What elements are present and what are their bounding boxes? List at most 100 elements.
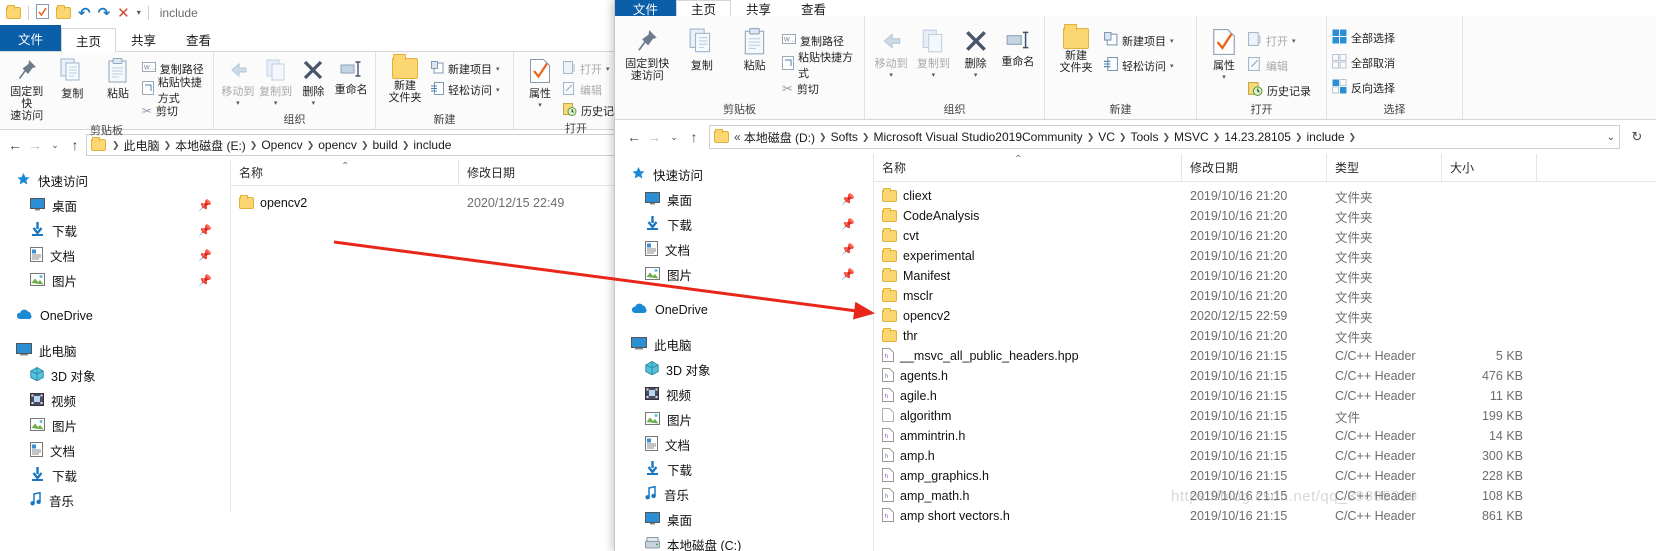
- copy-button[interactable]: 复制: [51, 56, 95, 100]
- chevron-down-icon-2[interactable]: ▾: [496, 86, 500, 94]
- easy-access-button[interactable]: 轻松访问 ▾: [1104, 56, 1174, 75]
- back-column-headers[interactable]: 名称 ⌃ 修改日期: [231, 159, 639, 186]
- table-row[interactable]: h amp short vectors.h 2019/10/16 21:15 C…: [874, 506, 1656, 526]
- breadcrumb-1[interactable]: Softs: [831, 130, 858, 144]
- table-row[interactable]: opencv2 2020/12/15 22:49: [231, 192, 639, 214]
- chevron-down-icon-2[interactable]: ▾: [932, 71, 936, 79]
- new-item-button[interactable]: 新建项目 ▾: [1104, 31, 1174, 50]
- breadcrumb-chevron-icon[interactable]: ❯: [111, 140, 121, 151]
- table-row[interactable]: h ammintrin.h 2019/10/16 21:15 C/C++ Hea…: [874, 426, 1656, 446]
- delete-button[interactable]: 删除 ▾: [955, 26, 997, 79]
- move-to-button[interactable]: 移动到 ▾: [219, 56, 257, 107]
- chevron-down-icon-3[interactable]: ▾: [312, 99, 316, 107]
- nav-item-quick-access[interactable]: 快速访问: [0, 168, 230, 193]
- chevron-down-icon[interactable]: ▾: [1170, 37, 1174, 45]
- table-row[interactable]: h __msvc_all_public_headers.hpp 2019/10/…: [874, 346, 1656, 366]
- pin-icon[interactable]: 📌: [841, 193, 855, 206]
- delete-button[interactable]: 删除 ▾: [295, 56, 333, 107]
- table-row[interactable]: cliext 2019/10/16 21:20 文件夹: [874, 186, 1656, 206]
- paste-button[interactable]: 粘贴: [729, 26, 780, 72]
- chevron-down-icon-2[interactable]: ▾: [1292, 37, 1296, 45]
- table-row[interactable]: msclr 2019/10/16 21:20 文件夹: [874, 286, 1656, 306]
- nav-item-desktop[interactable]: 桌面 📌: [0, 193, 230, 218]
- breadcrumb-3[interactable]: opencv: [318, 138, 357, 152]
- pin-icon[interactable]: 📌: [841, 243, 855, 256]
- nav-item-onedrive[interactable]: OneDrive: [0, 303, 230, 328]
- paste-shortcut-button[interactable]: 粘贴快捷方式: [781, 52, 859, 80]
- paste-button[interactable]: 粘贴: [96, 56, 140, 100]
- recent-locations-button[interactable]: ⌄: [665, 127, 683, 147]
- front-file-rows[interactable]: cliext 2019/10/16 21:20 文件夹 CodeAnalysis…: [874, 182, 1656, 526]
- front-ribbon[interactable]: 固定到快 速访问 复制 粘贴 W… 复制路径 粘贴快捷方式 ✂ 剪切 剪贴板 移…: [615, 16, 1656, 120]
- table-row[interactable]: h amp.h 2019/10/16 21:15 C/C++ Header 30…: [874, 446, 1656, 466]
- pin-icon[interactable]: 📌: [198, 274, 212, 287]
- nav-item-desktop-2[interactable]: 桌面: [615, 507, 873, 532]
- properties-icon[interactable]: [36, 3, 49, 22]
- table-row[interactable]: cvt 2019/10/16 21:20 文件夹: [874, 226, 1656, 246]
- tab-home[interactable]: 主页: [676, 0, 732, 17]
- chevron-down-icon[interactable]: ▾: [538, 101, 542, 109]
- edit-button[interactable]: 编辑: [1248, 56, 1311, 75]
- tab-view[interactable]: 查看: [171, 27, 226, 51]
- paste-shortcut-button[interactable]: 粘贴快捷方式: [141, 77, 208, 105]
- chevron-down-icon[interactable]: ▾: [236, 99, 240, 107]
- pin-to-quick-access-button[interactable]: 固定到快 速访问: [620, 26, 674, 82]
- chevron-down-icon-2[interactable]: ▾: [274, 99, 278, 107]
- select-none-button[interactable]: 全部取消: [1332, 53, 1395, 72]
- undo-icon[interactable]: ↶: [78, 4, 91, 22]
- tab-share[interactable]: 共享: [731, 0, 786, 17]
- copy-to-button[interactable]: 复制到 ▾: [257, 56, 295, 107]
- back-file-rows[interactable]: opencv2 2020/12/15 22:49: [231, 186, 639, 214]
- rename-button[interactable]: 重命名: [332, 56, 370, 96]
- nav-item-local-disk-c[interactable]: 本地磁盘 (C:): [615, 532, 873, 551]
- new-folder-button[interactable]: 新建 文件夹: [1050, 24, 1102, 74]
- breadcrumb-chevron-icon-5[interactable]: ❯: [1212, 132, 1222, 143]
- copy-path-button[interactable]: W… 复制路径: [781, 31, 859, 50]
- front-breadcrumb[interactable]: « 本地磁盘 (D:) ❯ Softs ❯ Microsoft Visual S…: [709, 125, 1620, 149]
- breadcrumb-2[interactable]: Opencv: [261, 138, 302, 152]
- breadcrumb-2[interactable]: Microsoft Visual Studio2019Community: [873, 130, 1082, 144]
- nav-item-pictures[interactable]: 图片 📌: [0, 268, 230, 293]
- nav-item-videos[interactable]: 视频: [615, 382, 873, 407]
- tab-file[interactable]: 文件: [0, 25, 62, 51]
- table-row[interactable]: thr 2019/10/16 21:20 文件夹: [874, 326, 1656, 346]
- pin-icon[interactable]: 📌: [198, 249, 212, 262]
- select-all-button[interactable]: 全部选择: [1332, 28, 1395, 47]
- nav-item-documents-2[interactable]: 文档: [615, 432, 873, 457]
- table-row[interactable]: CodeAnalysis 2019/10/16 21:20 文件夹: [874, 206, 1656, 226]
- nav-item-pictures[interactable]: 图片 📌: [615, 262, 873, 287]
- front-explorer-window[interactable]: 文件 主页 共享 查看 固定到快 速访问 复制 粘贴 W… 复制路径 粘贴快捷方…: [614, 0, 1656, 551]
- invert-selection-button[interactable]: 反向选择: [1332, 78, 1395, 97]
- refresh-button[interactable]: ↻: [1628, 127, 1646, 147]
- copy-to-button[interactable]: 复制到 ▾: [912, 26, 954, 79]
- cut-button[interactable]: ✂ 剪切: [782, 79, 859, 98]
- breadcrumb-chevron-icon-4[interactable]: ❯: [1161, 132, 1171, 143]
- folder-icon[interactable]: [6, 4, 21, 19]
- chevron-down-icon[interactable]: ▾: [889, 71, 893, 79]
- breadcrumb-4[interactable]: build: [372, 138, 397, 152]
- nav-item-this-pc[interactable]: 此电脑: [615, 332, 873, 357]
- table-row[interactable]: opencv2 2020/12/15 22:59 文件夹: [874, 306, 1656, 326]
- breadcrumb-5[interactable]: MSVC: [1174, 130, 1209, 144]
- nav-item-music[interactable]: 音乐: [0, 488, 230, 512]
- nav-item-videos[interactable]: 视频: [0, 388, 230, 413]
- breadcrumb-chevron-icon-3[interactable]: ❯: [1118, 132, 1128, 143]
- nav-item-downloads[interactable]: 下载 📌: [0, 218, 230, 243]
- new-folder-icon[interactable]: [56, 4, 71, 19]
- nav-item-downloads[interactable]: 下载 📌: [615, 212, 873, 237]
- nav-item-quick-access[interactable]: 快速访问: [615, 162, 873, 187]
- up-button[interactable]: ↑: [685, 127, 703, 147]
- nav-item-desktop[interactable]: 桌面 📌: [615, 187, 873, 212]
- pin-to-quick-access-button[interactable]: 固定到快 速访问: [5, 56, 49, 122]
- breadcrumb-chevron-icon-3[interactable]: ❯: [306, 140, 316, 151]
- nav-item-3d-objects[interactable]: 3D 对象: [0, 363, 230, 388]
- cut-button[interactable]: ✂ 剪切: [142, 101, 208, 120]
- back-button[interactable]: ←: [625, 127, 643, 147]
- nav-item-pictures-2[interactable]: 图片: [0, 413, 230, 438]
- chevron-down-icon[interactable]: ▾: [1222, 73, 1226, 81]
- back-ribbon[interactable]: 固定到快 速访问 复制 粘贴 W… 复制路径 粘贴快捷方式 ✂ 剪切 剪贴板 移…: [0, 52, 639, 137]
- table-row[interactable]: h agile.h 2019/10/16 21:15 C/C++ Header …: [874, 386, 1656, 406]
- front-ribbon-tabs[interactable]: 文件 主页 共享 查看: [615, 0, 1656, 17]
- pin-icon[interactable]: 📌: [198, 224, 212, 237]
- breadcrumb-0[interactable]: 本地磁盘 (D:): [744, 129, 815, 146]
